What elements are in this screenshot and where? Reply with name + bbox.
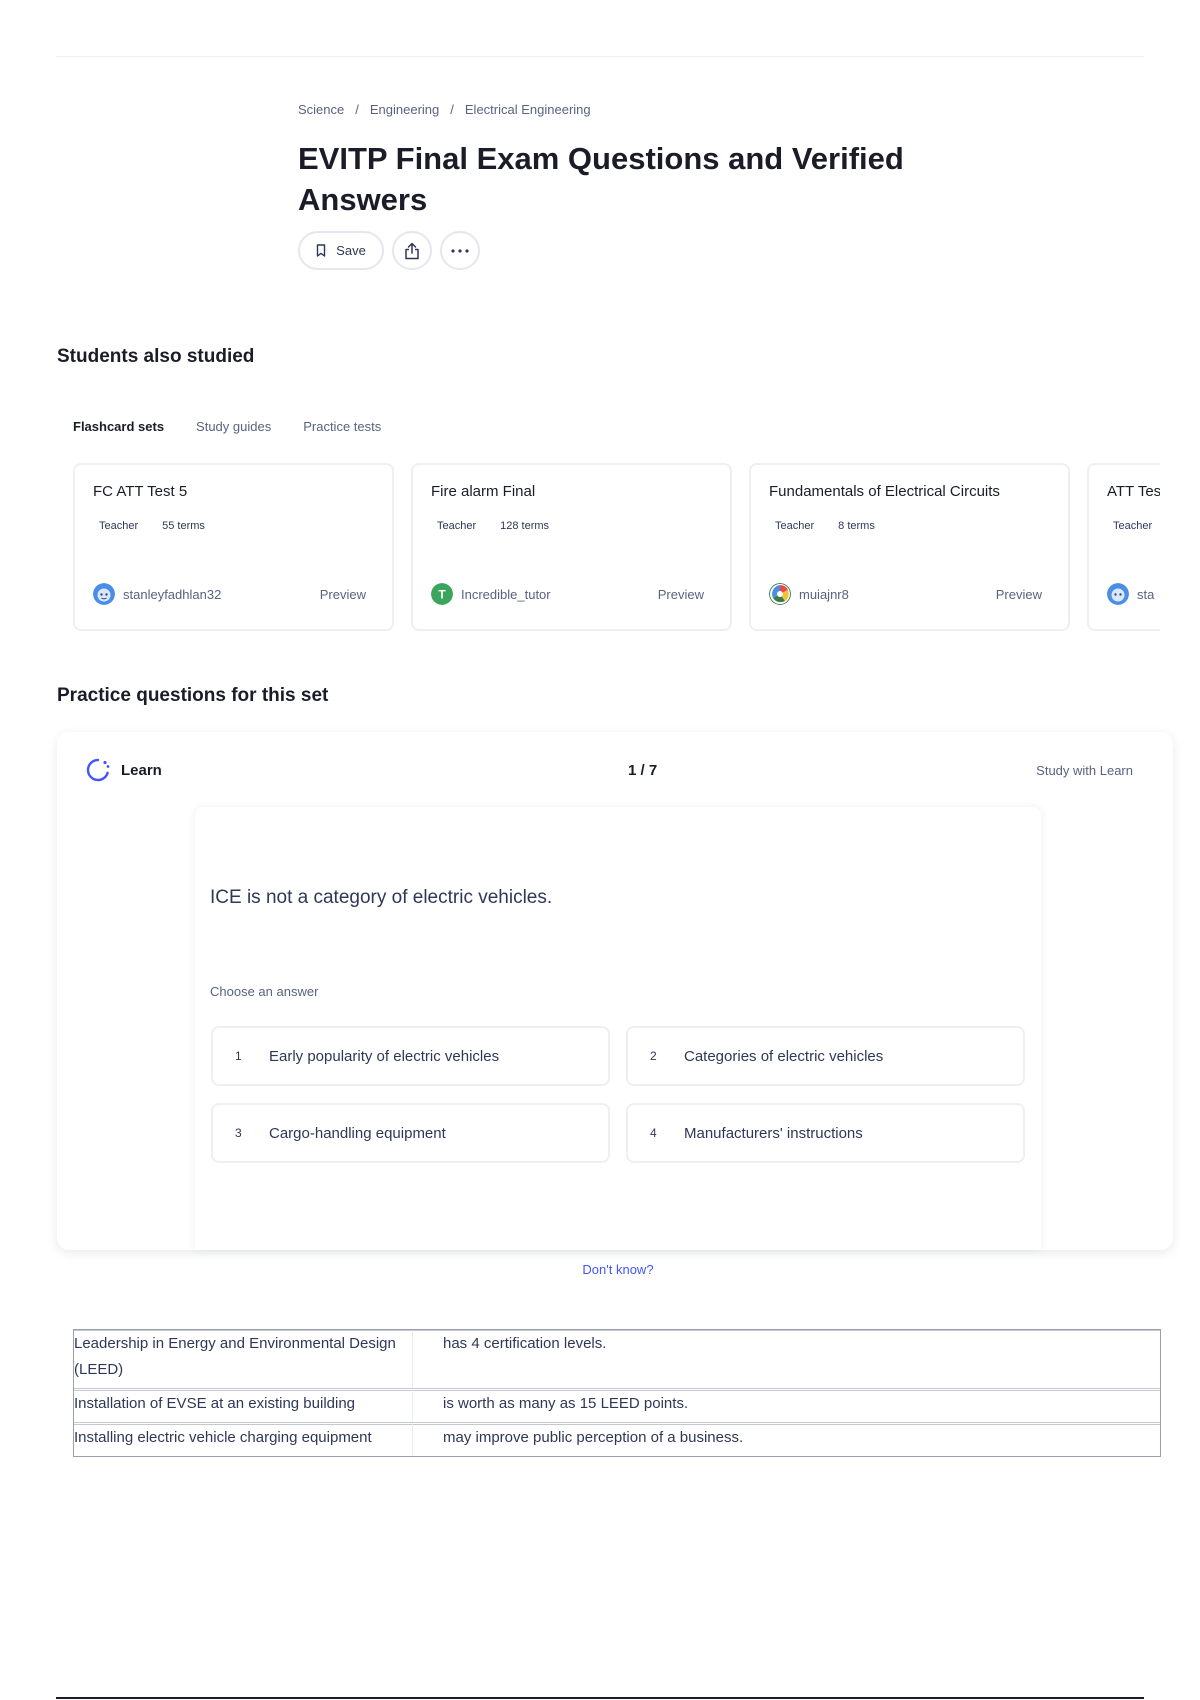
- card-meta: Teacher 128 terms: [431, 520, 712, 532]
- save-button-label: Save: [336, 243, 366, 258]
- term-cell: Installation of EVSE at an existing buil…: [74, 1388, 412, 1422]
- card-meta: Teacher 55 terms: [93, 520, 374, 532]
- card-footer: T Incredible_tutor Preview: [431, 583, 704, 605]
- card-title: Fire alarm Final: [431, 483, 536, 500]
- teacher-badge: Teacher: [775, 520, 815, 532]
- related-set-card[interactable]: Fire alarm Final Teacher 128 terms T Inc…: [411, 463, 732, 631]
- option-number: 2: [650, 1049, 657, 1063]
- breadcrumb-separator: /: [355, 101, 359, 117]
- learn-header: Learn 1 / 7 Study with Learn: [85, 756, 1133, 784]
- avatar-icon: T: [431, 583, 453, 605]
- answer-option-2[interactable]: 2 Categories of electric vehicles: [626, 1026, 1025, 1086]
- card-meta: Teacher 8 terms: [769, 520, 1050, 532]
- option-text: Cargo-handling equipment: [269, 1124, 446, 1142]
- term-cell: Leadership in Energy and Environmental D…: [74, 1330, 412, 1388]
- author-name: muiajnr8: [799, 586, 849, 602]
- term-count: 55 terms: [162, 520, 205, 532]
- answer-options: 1 Early popularity of electric vehicles …: [211, 1026, 1025, 1163]
- teacher-badge: Teacher: [437, 520, 477, 532]
- definition-cell: has 4 certification levels.: [412, 1330, 1160, 1388]
- option-text: Manufacturers' instructions: [684, 1124, 863, 1142]
- dont-know-button[interactable]: Don't know?: [195, 1262, 1041, 1277]
- author-name: stanleyfadhlan32: [123, 586, 222, 602]
- answer-option-3[interactable]: 3 Cargo-handling equipment: [211, 1103, 610, 1163]
- card-meta: Teacher: [1107, 520, 1160, 532]
- related-sets-carousel[interactable]: FC ATT Test 5 Teacher 55 terms stanleyfa…: [73, 463, 1160, 633]
- avatar-icon: [1107, 583, 1129, 605]
- card-footer: sta: [1107, 583, 1160, 605]
- table-row: Installing electric vehicle charging equ…: [74, 1422, 1160, 1456]
- preview-button[interactable]: Preview: [658, 587, 704, 602]
- teacher-badge: Teacher: [1113, 520, 1153, 532]
- author-name: Incredible_tutor: [461, 586, 551, 602]
- term-cell: Installing electric vehicle charging equ…: [74, 1422, 412, 1456]
- card-author[interactable]: muiajnr8: [769, 583, 849, 605]
- question-card: ICE is not a category of electric vehicl…: [195, 807, 1041, 1277]
- breadcrumb-item-engineering[interactable]: Engineering: [370, 102, 439, 117]
- card-author[interactable]: T Incredible_tutor: [431, 583, 551, 605]
- choose-answer-label: Choose an answer: [210, 984, 319, 999]
- terms-table: Leadership in Energy and Environmental D…: [73, 1329, 1161, 1457]
- more-options-button[interactable]: [440, 231, 480, 270]
- avatar-icon: [93, 583, 115, 605]
- option-text: Early popularity of electric vehicles: [269, 1047, 500, 1065]
- save-button[interactable]: Save: [298, 231, 384, 270]
- question-prompt: ICE is not a category of electric vehicl…: [210, 887, 553, 908]
- tab-study-guides[interactable]: Study guides: [196, 419, 271, 434]
- card-author[interactable]: sta: [1107, 583, 1154, 605]
- related-set-card[interactable]: ATT Tes Teacher sta: [1087, 463, 1160, 631]
- related-set-card[interactable]: Fundamentals of Electrical Circuits Teac…: [749, 463, 1070, 631]
- action-bar: Save: [298, 231, 998, 270]
- learn-mode-label: Learn: [85, 757, 162, 783]
- learn-label-text: Learn: [121, 761, 162, 779]
- question-progress: 1 / 7: [628, 761, 658, 779]
- answer-option-4[interactable]: 4 Manufacturers' instructions: [626, 1103, 1025, 1163]
- table-row: Leadership in Energy and Environmental D…: [74, 1330, 1160, 1388]
- learn-icon: [86, 758, 110, 782]
- option-number: 1: [235, 1049, 242, 1063]
- card-footer: muiajnr8 Preview: [769, 583, 1042, 605]
- avatar-icon: [769, 583, 791, 605]
- table-row: Installation of EVSE at an existing buil…: [74, 1388, 1160, 1422]
- page-title: EVITP Final Exam Questions and Verified …: [298, 141, 904, 217]
- svg-text:T: T: [438, 588, 446, 602]
- students-also-studied-heading: Students also studied: [57, 346, 255, 367]
- preview-button[interactable]: Preview: [996, 587, 1042, 602]
- learn-panel: Learn 1 / 7 Study with Learn ICE is not …: [57, 732, 1173, 1277]
- card-author[interactable]: stanleyfadhlan32: [93, 583, 221, 605]
- teacher-badge: Teacher: [99, 520, 139, 532]
- breadcrumb: Science / Engineering / Electrical Engin…: [298, 100, 998, 118]
- breadcrumb-item-electrical-engineering[interactable]: Electrical Engineering: [465, 102, 591, 117]
- practice-questions-heading: Practice questions for this set: [57, 685, 329, 706]
- author-name: sta: [1137, 586, 1155, 602]
- term-count: 128 terms: [500, 520, 550, 532]
- tab-flashcard-sets[interactable]: Flashcard sets: [73, 419, 164, 434]
- study-material-tabs: Flashcard sets Study guides Practice tes…: [73, 419, 381, 434]
- tab-practice-tests[interactable]: Practice tests: [303, 419, 381, 434]
- study-with-learn-link[interactable]: Study with Learn: [1036, 763, 1133, 778]
- card-footer: stanleyfadhlan32 Preview: [93, 583, 366, 605]
- breadcrumb-separator: /: [450, 101, 454, 117]
- share-button[interactable]: [392, 231, 432, 270]
- card-title: ATT Tes: [1107, 483, 1160, 500]
- definition-cell: may improve public perception of a busin…: [412, 1422, 1160, 1456]
- ellipsis-icon: [451, 248, 469, 253]
- card-title: FC ATT Test 5: [93, 483, 188, 500]
- top-divider: [56, 56, 1144, 57]
- breadcrumb-item-science[interactable]: Science: [298, 102, 344, 117]
- card-title: Fundamentals of Electrical Circuits: [769, 483, 1000, 500]
- answer-option-1[interactable]: 1 Early popularity of electric vehicles: [211, 1026, 610, 1086]
- related-set-card[interactable]: FC ATT Test 5 Teacher 55 terms stanleyfa…: [73, 463, 394, 631]
- bookmark-icon: [316, 244, 326, 257]
- option-number: 4: [650, 1126, 657, 1140]
- option-text: Categories of electric vehicles: [684, 1047, 884, 1065]
- bottom-divider: [56, 1697, 1144, 1699]
- definition-cell: is worth as many as 15 LEED points.: [412, 1388, 1160, 1422]
- option-number: 3: [235, 1126, 242, 1140]
- share-icon: [405, 242, 419, 259]
- term-count: 8 terms: [838, 520, 875, 532]
- preview-button[interactable]: Preview: [320, 587, 366, 602]
- set-header: Science / Engineering / Electrical Engin…: [298, 100, 998, 270]
